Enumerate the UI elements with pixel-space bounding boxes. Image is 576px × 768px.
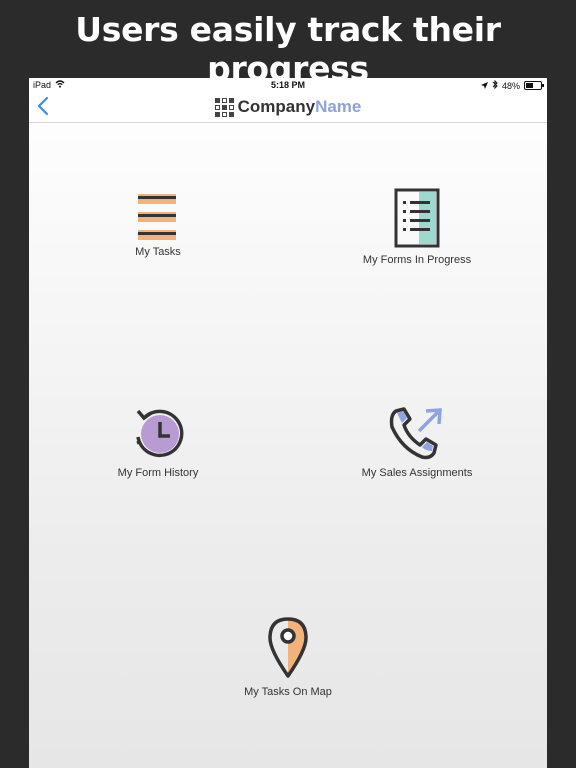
ipad-screen: iPad 5:18 PM 48% CompanyName My Tasks My… bbox=[29, 78, 547, 768]
tile-my-form-history[interactable]: My Form History bbox=[68, 405, 248, 479]
brand-first: Company bbox=[237, 97, 316, 116]
tile-label: My Sales Assignments bbox=[361, 467, 473, 479]
battery-level bbox=[526, 83, 533, 88]
tile-my-tasks-on-map[interactable]: My Tasks On Map bbox=[198, 616, 378, 698]
battery-percent: 48% bbox=[501, 80, 520, 91]
headline: Users easily track their progress bbox=[75, 10, 501, 88]
bluetooth-icon bbox=[492, 79, 498, 91]
tile-label: My Form History bbox=[117, 467, 199, 479]
tile-label: My Tasks bbox=[135, 246, 181, 258]
phone-outgoing-icon bbox=[389, 407, 442, 460]
brand-second: Name bbox=[315, 97, 362, 116]
location-arrow-icon bbox=[480, 81, 488, 91]
history-clock-icon bbox=[136, 409, 184, 458]
form-icon bbox=[394, 188, 440, 248]
brand-name: CompanyName bbox=[238, 97, 362, 117]
tile-my-sales-assignments[interactable]: My Sales Assignments bbox=[327, 405, 507, 479]
status-bar: iPad 5:18 PM 48% bbox=[29, 78, 547, 94]
status-time: 5:18 PM bbox=[270, 80, 305, 90]
company-logo: CompanyName bbox=[29, 97, 547, 117]
tile-label: My Forms In Progress bbox=[362, 254, 472, 266]
list-icon bbox=[138, 194, 176, 240]
tile-label: My Tasks On Map bbox=[244, 686, 332, 698]
logo-grid-icon bbox=[214, 97, 234, 117]
status-right: 48% bbox=[480, 79, 544, 91]
tile-my-forms-in-progress[interactable]: My Forms In Progress bbox=[327, 188, 507, 266]
map-pin-icon bbox=[268, 617, 308, 678]
tile-my-tasks[interactable]: My Tasks bbox=[68, 188, 248, 258]
navigation-bar: CompanyName bbox=[29, 94, 547, 123]
battery-icon bbox=[524, 81, 544, 90]
